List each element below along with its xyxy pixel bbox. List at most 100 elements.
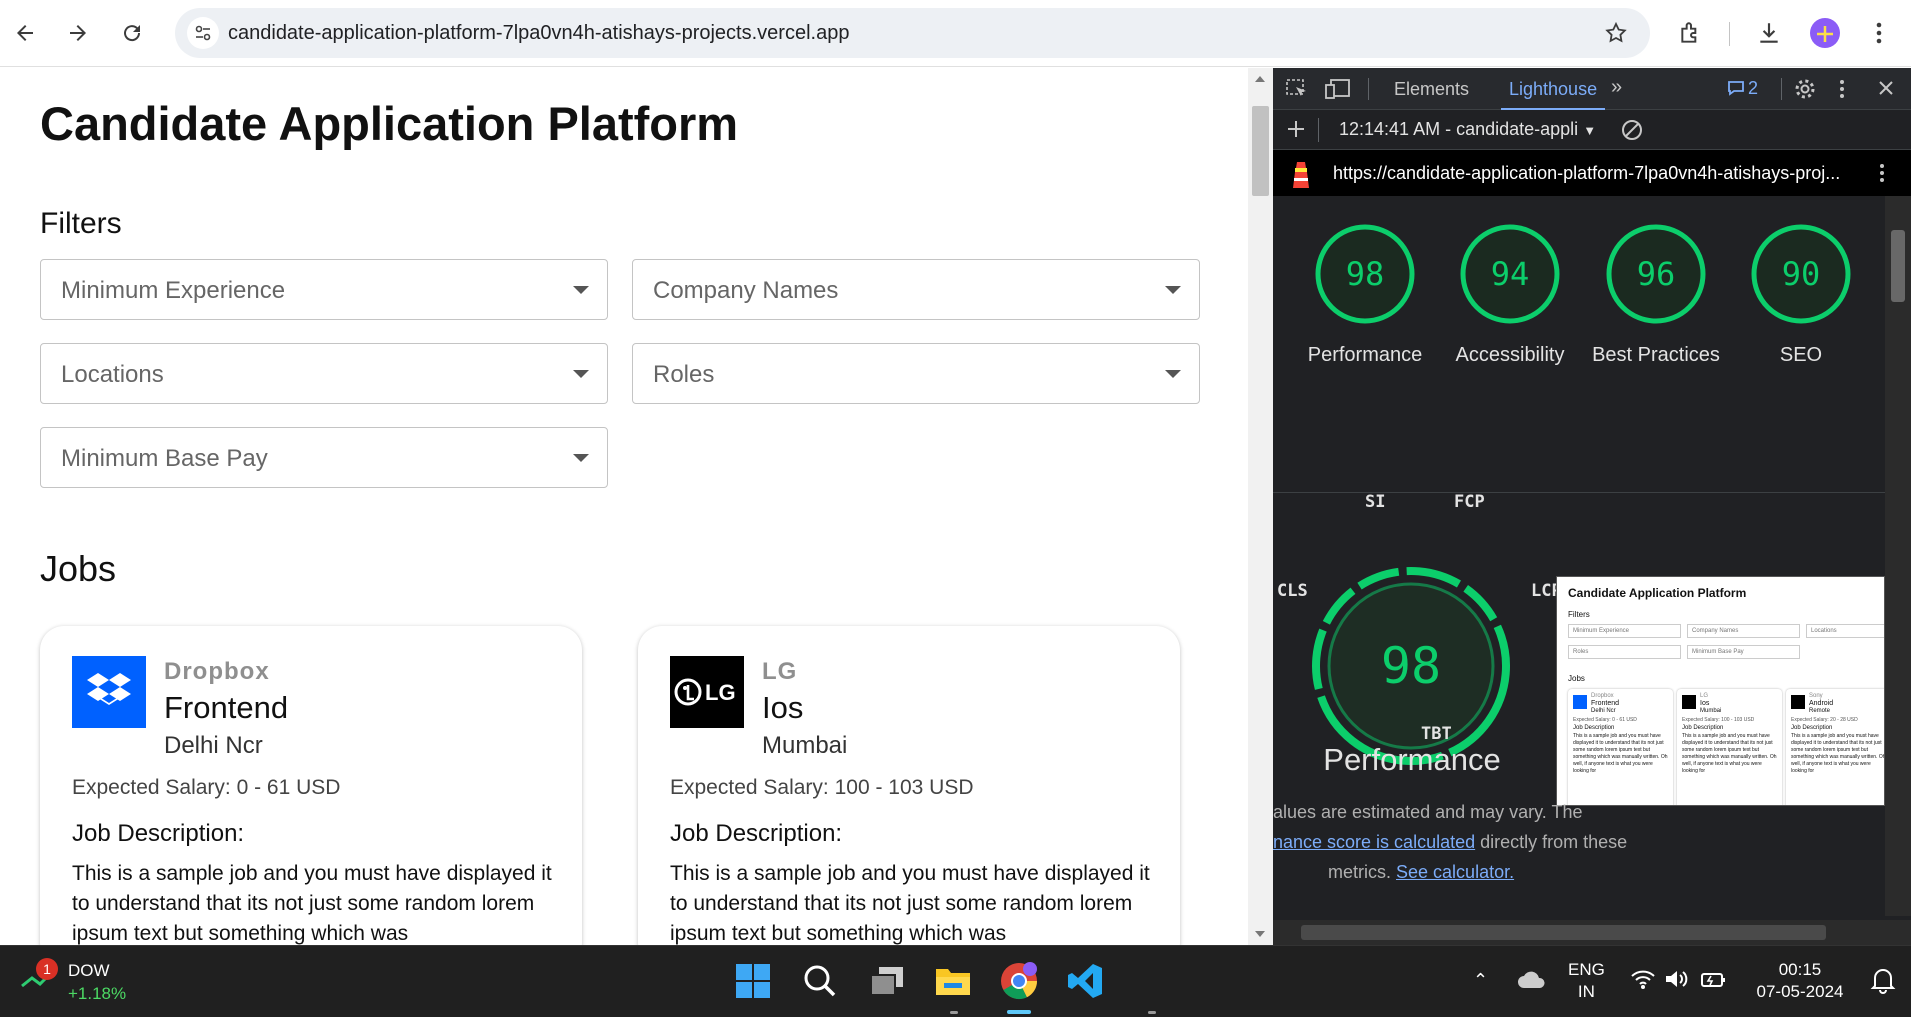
lighthouse-toolbar: 12:14:41 AM - candidate-appli ▼ bbox=[1273, 110, 1911, 150]
devtools-horizontal-scrollbar[interactable] bbox=[1273, 920, 1911, 945]
address-bar[interactable]: candidate-application-platform-7lpa0vn4h… bbox=[175, 8, 1650, 58]
job-description-text: This is a sample job and you must have d… bbox=[670, 862, 1150, 945]
reload-button[interactable] bbox=[113, 14, 151, 52]
bookmark-star-icon[interactable] bbox=[1600, 17, 1632, 49]
report-select[interactable]: 12:14:41 AM - candidate-appli ▼ bbox=[1339, 119, 1596, 140]
stock-change[interactable]: +1.18% bbox=[68, 984, 126, 1004]
filter-company-names[interactable]: Company Names bbox=[632, 259, 1200, 320]
final-screenshot-thumbnail[interactable]: Candidate Application Platform Filters M… bbox=[1556, 576, 1885, 806]
device-toggle-icon[interactable] bbox=[1325, 78, 1351, 105]
wifi-icon[interactable] bbox=[1630, 968, 1656, 995]
close-devtools-icon[interactable] bbox=[1877, 79, 1895, 102]
tab-elements[interactable]: Elements bbox=[1394, 68, 1469, 110]
performance-score: 98 bbox=[1380, 637, 1442, 695]
report-menu-icon[interactable] bbox=[1879, 162, 1885, 189]
thumb-jd-title: Job Description bbox=[1791, 725, 1833, 731]
thumb-salary: Expected Salary: 20 - 28 USD bbox=[1791, 717, 1858, 723]
task-view-icon[interactable] bbox=[862, 956, 912, 1006]
score-value: 94 bbox=[1490, 255, 1530, 293]
job-description-title: Job Description: bbox=[72, 820, 245, 847]
clear-reports-icon[interactable] bbox=[1620, 118, 1644, 147]
inspect-element-icon[interactable] bbox=[1285, 78, 1309, 105]
job-description-text: This is a sample job and you must have d… bbox=[72, 862, 552, 945]
toolbar-divider bbox=[1368, 78, 1369, 100]
thumb-location: Delhi Ncr bbox=[1591, 708, 1616, 714]
arrow-left-icon bbox=[17, 25, 33, 41]
chrome-icon[interactable] bbox=[994, 956, 1044, 1006]
chevron-up-icon[interactable]: ⌃ bbox=[1473, 970, 1488, 991]
dropbox-logo-icon bbox=[1573, 695, 1587, 709]
scrollbar-thumb[interactable] bbox=[1252, 106, 1269, 196]
notification-bell-icon[interactable] bbox=[1870, 966, 1896, 999]
back-button[interactable] bbox=[6, 14, 44, 52]
devtools-panel: Elements Lighthouse » 2 12:14:41 AM - ca… bbox=[1273, 68, 1911, 983]
windows-start-icon[interactable] bbox=[728, 956, 778, 1006]
scroll-up-icon[interactable] bbox=[1255, 76, 1265, 82]
thumb-filter: Minimum Experience bbox=[1568, 624, 1681, 638]
scrollbar-thumb[interactable] bbox=[1891, 230, 1905, 302]
file-explorer-icon[interactable] bbox=[928, 956, 978, 1006]
score-gauge-seo[interactable]: 90 bbox=[1749, 222, 1853, 326]
score-gauge-best-practices[interactable]: 96 bbox=[1604, 222, 1708, 326]
site-info-icon[interactable] bbox=[187, 17, 219, 49]
profile-avatar[interactable] bbox=[1806, 14, 1844, 52]
vscode-icon[interactable] bbox=[1060, 956, 1110, 1006]
filter-locations[interactable]: Locations bbox=[40, 343, 608, 404]
score-gauge-accessibility[interactable]: 94 bbox=[1458, 222, 1562, 326]
score-calculated-link[interactable]: nance score is calculated bbox=[1273, 832, 1475, 852]
job-salary: Expected Salary: 0 - 61 USD bbox=[72, 776, 341, 799]
volume-icon[interactable] bbox=[1664, 968, 1690, 995]
performance-metric-gauge[interactable]: 98 bbox=[1311, 566, 1511, 766]
thumb-filter: Locations bbox=[1806, 624, 1884, 638]
metric-cls[interactable]: CLS bbox=[1277, 581, 1308, 601]
lighthouse-logo-icon bbox=[1289, 158, 1313, 195]
estimate-note-line3: metrics. See calculator. bbox=[1328, 862, 1514, 883]
menu-dots-icon[interactable] bbox=[1860, 14, 1898, 52]
tab-lighthouse[interactable]: Lighthouse bbox=[1501, 68, 1606, 110]
thumb-jd-title: Job Description bbox=[1573, 725, 1615, 731]
scroll-down-icon[interactable] bbox=[1255, 931, 1265, 937]
filter-roles[interactable]: Roles bbox=[632, 343, 1200, 404]
forward-button[interactable] bbox=[59, 14, 97, 52]
more-tabs-icon[interactable]: » bbox=[1611, 76, 1622, 99]
download-icon[interactable] bbox=[1750, 14, 1788, 52]
url-text[interactable]: candidate-application-platform-7lpa0vn4h… bbox=[228, 8, 849, 58]
issues-icon[interactable] bbox=[1727, 79, 1745, 102]
metric-tbt[interactable]: TBT bbox=[1421, 724, 1452, 744]
filter-minimum-experience[interactable]: Minimum Experience bbox=[40, 259, 608, 320]
report-url[interactable]: https://candidate-application-platform-7… bbox=[1333, 163, 1840, 184]
settings-gear-icon[interactable] bbox=[1793, 77, 1817, 106]
estimate-note-line2: nance score is calculated directly from … bbox=[1273, 832, 1627, 853]
scrollbar-thumb[interactable] bbox=[1301, 925, 1826, 940]
sony-logo-icon bbox=[1791, 695, 1805, 709]
report-url-bar: https://candidate-application-platform-7… bbox=[1273, 150, 1911, 196]
search-icon[interactable] bbox=[795, 956, 845, 1006]
extensions-icon[interactable] bbox=[1672, 14, 1710, 52]
clock[interactable]: 00:15 07-05-2024 bbox=[1752, 959, 1848, 1003]
job-card[interactable]: LG LG Ios Mumbai Expected Salary: 100 - … bbox=[638, 626, 1180, 945]
page-scrollbar[interactable] bbox=[1248, 68, 1273, 945]
devtools-vertical-scrollbar[interactable] bbox=[1885, 196, 1911, 916]
new-report-icon[interactable] bbox=[1285, 118, 1307, 145]
metric-si[interactable]: SI bbox=[1365, 492, 1385, 512]
job-salary: Expected Salary: 100 - 103 USD bbox=[670, 776, 974, 799]
stock-name[interactable]: DOW bbox=[68, 961, 110, 981]
metric-fcp[interactable]: FCP bbox=[1454, 492, 1485, 512]
thumb-filters: Filters bbox=[1568, 610, 1590, 619]
thumb-filter: Roles bbox=[1568, 645, 1681, 659]
issues-count[interactable]: 2 bbox=[1748, 78, 1758, 99]
toolbar-divider bbox=[1729, 22, 1730, 46]
thumb-jd-text: This is a sample job and you must have d… bbox=[1573, 733, 1668, 774]
language-indicator[interactable]: ENG IN bbox=[1568, 959, 1605, 1003]
devtools-tabbar: Elements Lighthouse » 2 bbox=[1273, 68, 1911, 110]
more-options-icon[interactable] bbox=[1839, 78, 1845, 105]
see-calculator-link[interactable]: See calculator. bbox=[1396, 862, 1514, 882]
dropbox-logo-icon bbox=[72, 656, 146, 728]
job-card[interactable]: Dropbox Frontend Delhi Ncr Expected Sala… bbox=[40, 626, 582, 945]
score-gauge-performance[interactable]: 98 bbox=[1313, 222, 1417, 326]
battery-icon[interactable] bbox=[1700, 968, 1728, 995]
filter-minimum-base-pay[interactable]: Minimum Base Pay bbox=[40, 427, 608, 488]
region-code: IN bbox=[1577, 982, 1595, 1001]
onedrive-cloud-icon[interactable] bbox=[1516, 968, 1546, 997]
dropdown-arrow-icon bbox=[1165, 286, 1181, 294]
